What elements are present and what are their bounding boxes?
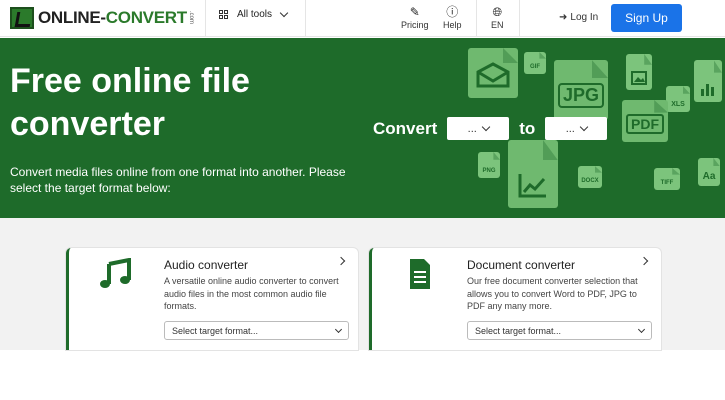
bar-chart-file-icon <box>694 60 722 102</box>
divider <box>476 0 477 37</box>
envelope-file-icon <box>468 48 518 98</box>
audio-converter-card[interactable]: Audio converter A versatile online audio… <box>66 248 358 350</box>
login-link[interactable]: ➜ Log In <box>559 12 598 23</box>
help-icon: ⓘ <box>446 5 459 19</box>
page-footer-area <box>0 350 725 400</box>
chart-file-icon <box>508 140 558 208</box>
card-description: Our free document converter selection th… <box>467 276 638 311</box>
music-note-icon <box>99 257 133 290</box>
gif-file-icon: GIF <box>524 52 546 74</box>
target-format-value: ... <box>565 122 575 135</box>
xls-file-icon: XLS <box>666 86 690 112</box>
language-label: EN <box>491 20 504 30</box>
top-navigation-bar: ONLINE-CONVERT .com All tools ✎ Pricing … <box>0 0 725 37</box>
pdf-file-icon: PDF <box>622 100 668 142</box>
login-label: Log In <box>570 12 599 23</box>
jpg-file-icon: JPG <box>554 60 608 120</box>
logo-text: ONLINE-CONVERT <box>38 8 187 27</box>
nav-language[interactable]: 🌐︎ EN <box>491 5 504 30</box>
chevron-down-icon <box>279 8 289 18</box>
font-file-icon: Aa <box>698 158 720 186</box>
select-placeholder: Select target format... <box>475 325 562 336</box>
chevron-right-icon[interactable] <box>336 256 346 266</box>
tag-icon: ✎ <box>409 5 420 19</box>
convert-label: Convert <box>373 118 438 138</box>
all-tools-label: All tools <box>237 9 273 20</box>
all-tools-menu[interactable]: All tools <box>219 8 289 20</box>
hero-banner: Free online file converter Convert media… <box>0 38 725 218</box>
to-label: to <box>519 118 536 138</box>
signup-button[interactable]: Sign Up <box>611 4 682 32</box>
target-format-select[interactable]: ... <box>545 117 608 140</box>
chevron-right-icon[interactable] <box>639 256 649 266</box>
docx-file-icon: DOCX <box>578 166 602 188</box>
chevron-down-icon <box>334 325 343 334</box>
divider <box>519 0 520 37</box>
image-file-icon <box>626 54 652 90</box>
logo-domain: .com <box>187 11 194 25</box>
document-icon <box>402 258 436 290</box>
nav-pricing[interactable]: ✎ Pricing <box>401 5 429 30</box>
select-placeholder: Select target format... <box>172 325 259 336</box>
png-file-icon: PNG <box>478 152 500 178</box>
hero-title: Free online file converter <box>10 62 250 143</box>
divider <box>305 0 306 37</box>
divider <box>205 0 206 37</box>
chevron-down-icon <box>481 122 491 132</box>
help-label: Help <box>443 20 462 30</box>
audio-target-format-select[interactable]: Select target format... <box>164 321 349 340</box>
chevron-down-icon <box>579 122 589 132</box>
hero-subtitle: Convert media files online from one form… <box>10 165 346 195</box>
login-icon: ➜ <box>559 12 568 23</box>
quick-convert-form: Convert ... to ... <box>373 117 617 140</box>
card-description: A versatile online audio converter to co… <box>164 276 339 311</box>
globe-icon: 🌐︎ <box>492 5 503 19</box>
logo-mark-icon <box>10 7 34 29</box>
card-title[interactable]: Document converter <box>467 258 575 272</box>
nav-help[interactable]: ⓘ Help <box>443 5 462 30</box>
source-format-select[interactable]: ... <box>447 117 510 140</box>
document-converter-card[interactable]: Document converter Our free document con… <box>369 248 661 350</box>
source-format-value: ... <box>467 122 477 135</box>
site-logo[interactable]: ONLINE-CONVERT .com <box>10 7 194 29</box>
tiff-file-icon: TIFF <box>654 168 680 190</box>
document-target-format-select[interactable]: Select target format... <box>467 321 652 340</box>
grid-icon <box>219 10 228 19</box>
pricing-label: Pricing <box>401 20 429 30</box>
card-title[interactable]: Audio converter <box>164 258 248 272</box>
chevron-down-icon <box>637 325 646 334</box>
